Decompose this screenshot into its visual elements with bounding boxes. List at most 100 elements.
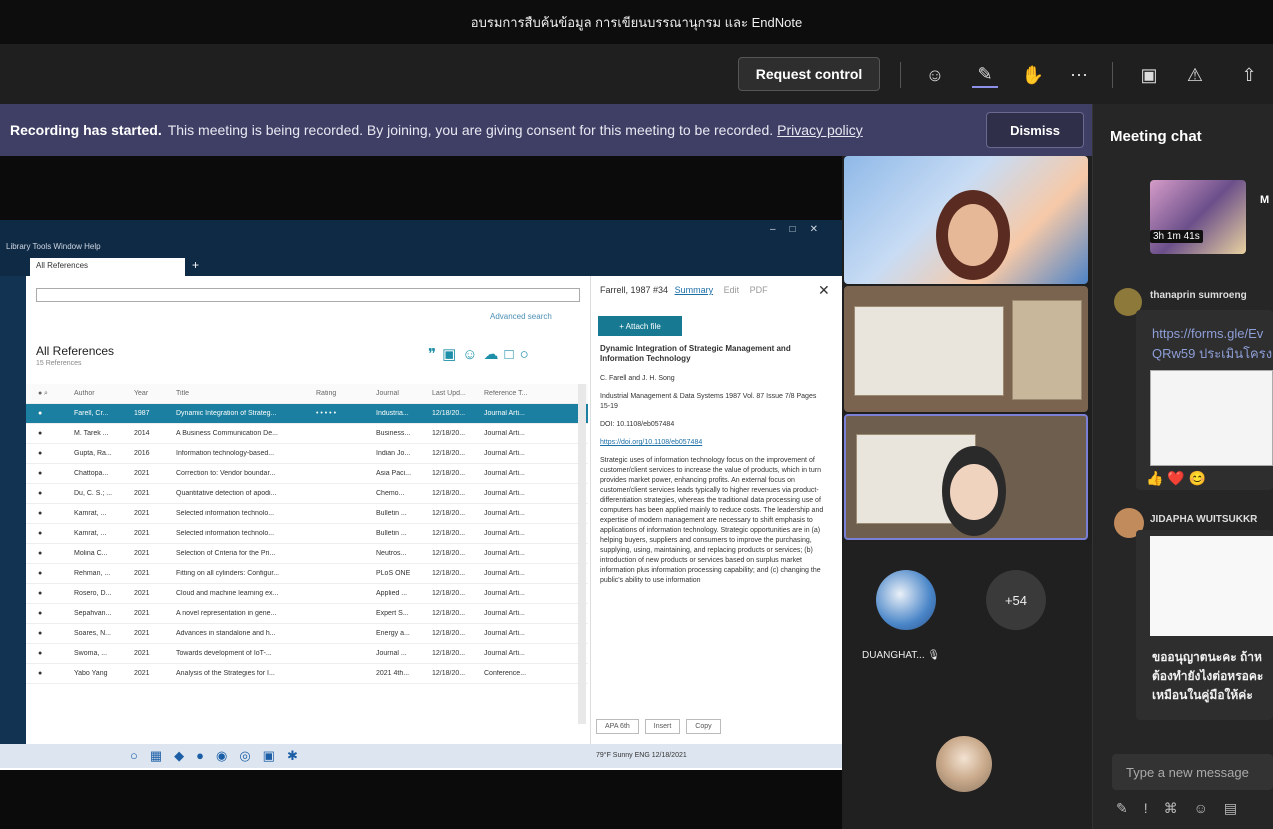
col-last-updated[interactable]: Last Upd... — [424, 390, 478, 397]
reactions[interactable]: 👍 ❤️ 😊 — [1146, 470, 1206, 487]
reactions-icon[interactable]: ✋ — [1020, 62, 1046, 88]
table-row[interactable]: ● Yabo Yang 2021 Analysis of the Strategies… — [26, 664, 588, 684]
endnote-menu[interactable]: Library Tools Window Help — [6, 242, 101, 251]
close-icon[interactable]: ✕ — [818, 282, 830, 299]
col-reference-type[interactable]: Reference T... — [478, 390, 538, 397]
add-tab-icon[interactable]: + — [192, 258, 199, 272]
form-preview-image[interactable] — [1150, 370, 1273, 466]
status-dot-icon: ● — [38, 510, 43, 517]
compose-tools[interactable]: ✎!⌘☺▤ — [1116, 800, 1253, 817]
status-dot-icon: ● — [38, 610, 43, 617]
advanced-search-link[interactable]: Advanced search — [490, 312, 552, 321]
cell-title: Selection of Criteria for the Pri... — [176, 550, 276, 557]
message-input[interactable]: Type a new message — [1112, 754, 1273, 790]
citation-style-select[interactable]: APA 6th — [596, 718, 639, 734]
more-participants-button[interactable]: +54 — [986, 570, 1046, 630]
group-title: All References — [36, 344, 115, 358]
table-row[interactable]: ● Swoma, ... 2021 Towards development of Io… — [26, 644, 588, 664]
cell-last-updated: 12/18/20... — [432, 450, 466, 457]
cell-title: Correction to: Vendor boundar... — [176, 470, 276, 477]
reference-url[interactable]: https://doi.org/10.1108/eb057484 — [600, 438, 824, 448]
table-row[interactable]: ● Chattopa... 2021 Correction to: Vendor bo… — [26, 464, 588, 484]
privacy-policy-link[interactable]: Privacy policy — [777, 122, 863, 138]
cell-reference-type: Journal Arti... — [484, 510, 525, 517]
cell-journal: Chemo... — [376, 490, 405, 497]
reference-doi: DOI: 10.1108/eb057484 — [600, 421, 675, 428]
col-rating[interactable]: Rating — [306, 390, 368, 397]
mic-off-icon[interactable]: ⚠ — [1182, 62, 1208, 88]
table-row[interactable]: ● Gupta, Ra... 2016 Information technology-… — [26, 444, 588, 464]
chat-title: Meeting chat — [1110, 128, 1202, 145]
table-row[interactable]: ● Du, C. S.; ... 2021 Quantitative detectio… — [26, 484, 588, 504]
cell-author: Kamrat, ... — [74, 510, 107, 517]
table-row[interactable]: ● Farell, Cr... 1987 Dynamic Integration of… — [26, 404, 588, 424]
table-scrollbar[interactable] — [578, 384, 586, 724]
cell-year: 2021 — [134, 490, 150, 497]
participant-name: DUANGHAT... 🎙 — [862, 650, 940, 661]
people-icon[interactable]: ☺ — [922, 62, 948, 88]
status-dot-icon: ● — [38, 410, 43, 417]
search-input[interactable] — [36, 288, 580, 302]
request-control-button[interactable]: Request control — [738, 57, 880, 91]
status-dot-icon: ● — [38, 570, 43, 577]
bookshelf — [1012, 300, 1082, 400]
library-toolbar-icons[interactable]: ❞▣☺☁□○ — [428, 345, 535, 363]
share-icon[interactable]: ⇧ — [1236, 62, 1262, 88]
cell-last-updated: 12/18/20... — [432, 550, 466, 557]
cell-year: 2021 — [134, 570, 150, 577]
col-year[interactable]: Year — [124, 390, 166, 397]
rating-image[interactable] — [1150, 536, 1273, 636]
cell-journal: Business... — [376, 430, 411, 437]
cell-last-updated: 12/18/20... — [432, 430, 466, 437]
message-link[interactable]: https://forms.gle/Ev QRw59 ประเมินโครง — [1152, 324, 1273, 364]
cell-title: Towards development of IoT-... — [176, 650, 272, 657]
table-row[interactable]: ● M. Tarek ... 2014 A Business Communicatio… — [26, 424, 588, 444]
bookshelf — [854, 306, 1004, 396]
cell-year: 2021 — [134, 610, 150, 617]
dismiss-button[interactable]: Dismiss — [986, 112, 1084, 148]
cell-author: Chattopa... — [74, 470, 109, 477]
cell-title: Quantitative detection of apodi... — [176, 490, 277, 497]
cell-journal: Expert S... — [376, 610, 409, 617]
detail-header: Farrell, 1987 #34 Summary Edit PDF — [600, 285, 768, 295]
table-row[interactable]: ● Rosero, D... 2021 Cloud and machine learn… — [26, 584, 588, 604]
tab-edit[interactable]: Edit — [724, 285, 740, 295]
cell-author: Du, C. S.; ... — [74, 490, 113, 497]
more-icon[interactable]: ⋯ — [1066, 62, 1092, 88]
cell-year: 2021 — [134, 550, 150, 557]
table-row[interactable]: ● Kamrat, ... 2021 Selected information tec… — [26, 504, 588, 524]
table-row[interactable]: ● Sepahvan... 2021 A novel representation i… — [26, 604, 588, 624]
attach-file-button[interactable]: + Attach file — [598, 316, 682, 336]
video-tile-presenter[interactable] — [844, 156, 1088, 284]
library-tab[interactable]: All References — [30, 258, 185, 276]
cell-last-updated: 12/18/20... — [432, 510, 466, 517]
video-tile-speaker[interactable] — [844, 414, 1088, 540]
recording-banner-bold: Recording has started. — [10, 122, 162, 138]
cell-last-updated: 12/18/20... — [432, 570, 466, 577]
status-dot-icon: ● — [38, 650, 43, 657]
table-row[interactable]: ● Kamrat, ... 2021 Selected information tec… — [26, 524, 588, 544]
cell-author: Gupta, Ra... — [74, 450, 112, 457]
col-journal[interactable]: Journal — [368, 390, 424, 397]
avatar[interactable] — [936, 736, 992, 792]
avatar[interactable] — [876, 570, 936, 630]
table-row[interactable]: ● Rehman, ... 2021 Fitting on all cylinders… — [26, 564, 588, 584]
copy-button[interactable]: Copy — [686, 718, 721, 734]
camera-off-icon[interactable]: ▣ — [1136, 62, 1162, 88]
tab-summary[interactable]: Summary — [675, 285, 714, 295]
window-controls[interactable]: –□✕ — [770, 224, 832, 235]
table-row[interactable]: ● Molina C... 2021 Selection of Criteria fo… — [26, 544, 588, 564]
chat-icon[interactable]: ✎ — [972, 62, 998, 88]
meeting-title: อบรมการสืบค้นข้อมูล การเขียนบรรณานุกรม แ… — [470, 14, 803, 30]
col-title[interactable]: Title — [166, 390, 306, 397]
taskbar-app-icons[interactable]: ○▦◆●◉◎▣✱ — [130, 748, 310, 764]
table-row[interactable]: ● Soares, N... 2021 Advances in standalone … — [26, 624, 588, 644]
cell-journal: PLoS ONE — [376, 570, 411, 577]
tab-pdf[interactable]: PDF — [750, 285, 768, 295]
cell-title: Dynamic Integration of Strateg... — [176, 410, 277, 417]
col-author[interactable]: Author — [64, 390, 124, 397]
video-tile-library[interactable] — [844, 286, 1088, 412]
cell-last-updated: 12/18/20... — [432, 590, 466, 597]
insert-button[interactable]: Insert — [644, 718, 681, 734]
recording-banner-text: This meeting is being recorded. By joini… — [167, 122, 774, 138]
